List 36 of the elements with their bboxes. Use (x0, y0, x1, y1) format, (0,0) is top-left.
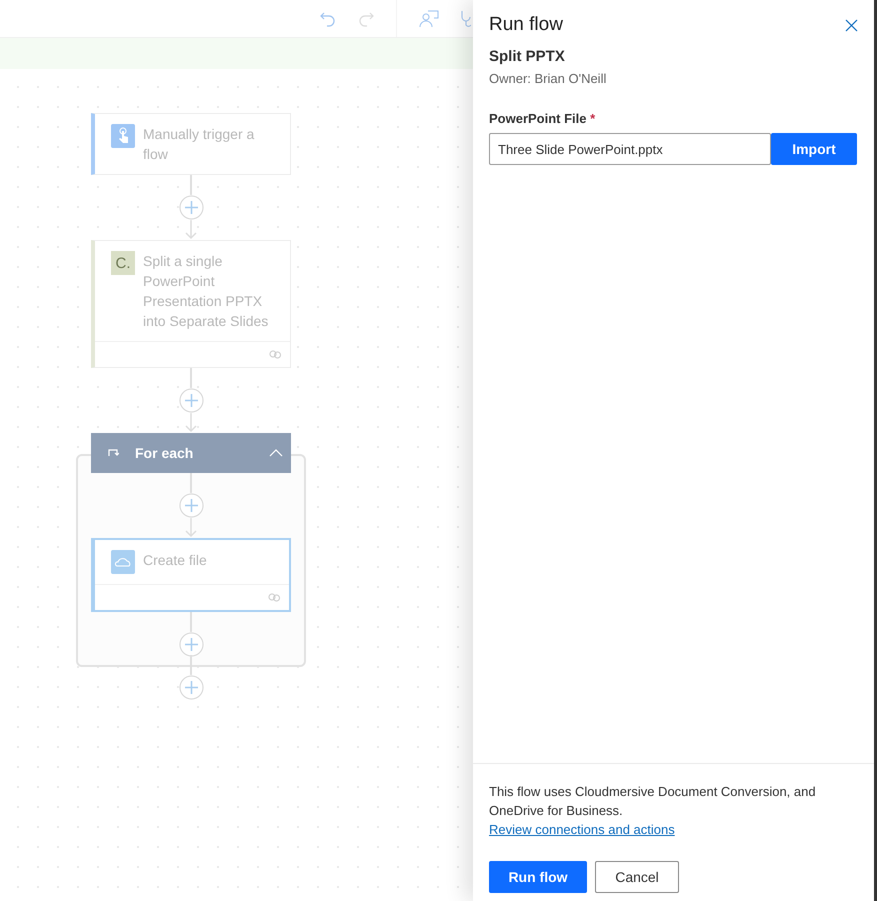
file-field[interactable]: Three Slide PowerPoint.pptx (489, 133, 771, 165)
flow-owner: Owner: Brian O'Neill (489, 71, 608, 86)
add-step-button[interactable] (178, 493, 204, 518)
undo-icon[interactable] (320, 10, 336, 26)
loop-icon (107, 448, 119, 458)
hand-icon (111, 124, 135, 148)
flow-name: Split PPTX (489, 48, 566, 65)
cancel-button[interactable]: Cancel (595, 861, 679, 893)
add-step-button[interactable] (178, 675, 204, 700)
chevron-icon[interactable] (269, 449, 283, 457)
stethoscope-icon[interactable] (461, 10, 471, 28)
add-step-button[interactable] (178, 632, 204, 657)
action-card[interactable]: C. Split a single PowerPoint Presentation PPTX into Separate Slides (91, 240, 291, 368)
loop-header[interactable]: For each (91, 433, 291, 473)
required-mark: * (590, 111, 596, 126)
arrow-icon (184, 518, 198, 538)
link-icon (269, 350, 282, 359)
redo-icon[interactable] (358, 10, 374, 26)
cloud-icon (111, 550, 135, 574)
arrow-icon (184, 413, 198, 433)
field-label: PowerPoint File (489, 111, 587, 126)
connector-badge: C. (111, 251, 135, 275)
review-link[interactable]: Review connections and actions (489, 820, 675, 839)
step-title: Create file (143, 551, 207, 570)
step-title: Manually trigger a flow (143, 125, 256, 164)
arrow-icon (184, 220, 198, 240)
step-title: Split a single PowerPoint Presentation PPTX into Separate Slides (143, 252, 270, 331)
connections-notice: This flow uses Cloudmersive Document Conversion, and OneDrive for Business. (489, 783, 817, 820)
close-icon[interactable] (845, 18, 858, 32)
link-icon (268, 593, 281, 602)
run-flow-button[interactable]: Run flow (489, 861, 587, 893)
add-step-button[interactable] (178, 195, 204, 220)
panel-title: Run flow (489, 14, 563, 36)
add-step-button[interactable] (178, 388, 204, 413)
import-button[interactable]: Import (771, 133, 857, 165)
person-comment-icon[interactable] (419, 10, 439, 28)
